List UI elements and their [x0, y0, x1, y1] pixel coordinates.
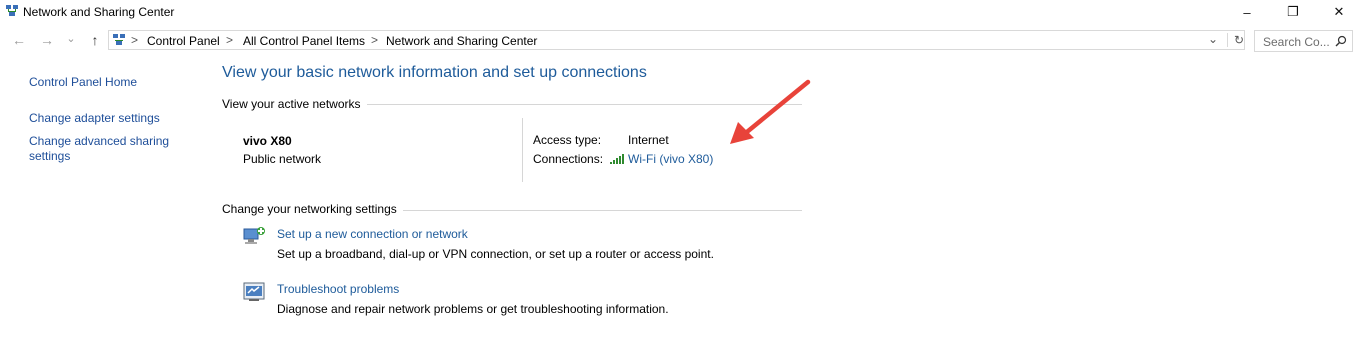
- refresh-button[interactable]: ↻: [1227, 33, 1244, 47]
- network-center-icon: [113, 34, 125, 45]
- breadcrumb-separator: >: [226, 33, 234, 47]
- active-networks-label: View your active networks: [222, 97, 367, 111]
- maximize-button[interactable]: ❐: [1270, 0, 1316, 24]
- connections-label: Connections:: [533, 152, 604, 166]
- troubleshoot-icon: [243, 282, 265, 301]
- search-icon[interactable]: [1335, 35, 1347, 47]
- title-bar: Network and Sharing Center – ❐ ✕: [0, 0, 1364, 24]
- breadcrumb-control-panel[interactable]: Control Panel: [147, 34, 220, 48]
- sidebar-item-control-panel-home[interactable]: Control Panel Home: [29, 75, 137, 90]
- settings-label: Change your networking settings: [222, 202, 403, 216]
- sidebar-item-advanced-sharing[interactable]: Change advanced sharing settings: [29, 134, 194, 164]
- task-new-connection-link[interactable]: Set up a new connection or network: [277, 227, 468, 241]
- minimize-button[interactable]: –: [1224, 0, 1270, 24]
- network-name: vivo X80: [243, 134, 292, 148]
- task-troubleshoot-link[interactable]: Troubleshoot problems: [277, 282, 399, 296]
- close-button[interactable]: ✕: [1316, 0, 1362, 24]
- access-type-label: Access type:: [533, 133, 602, 147]
- sidebar-item-adapter-settings[interactable]: Change adapter settings: [29, 111, 160, 126]
- address-bar[interactable]: > Control Panel > All Control Panel Item…: [108, 30, 1245, 50]
- recent-locations-button[interactable]: ⌄: [62, 32, 80, 45]
- back-button[interactable]: ←: [10, 32, 28, 48]
- red-arrow-icon: [730, 79, 811, 144]
- forward-button[interactable]: →: [38, 32, 56, 48]
- search-placeholder: Search Co...: [1263, 35, 1330, 49]
- new-connection-icon: [243, 227, 265, 244]
- access-type-value: Internet: [628, 133, 669, 147]
- network-type[interactable]: Public network: [243, 152, 321, 166]
- address-dropdown-button[interactable]: ⌄: [1208, 32, 1218, 46]
- window-title: Network and Sharing Center: [23, 5, 175, 19]
- network-center-icon: [6, 5, 18, 16]
- divider: [522, 118, 523, 182]
- wifi-signal-icon: [610, 154, 624, 164]
- task-new-connection-description: Set up a broadband, dial-up or VPN conne…: [277, 247, 714, 261]
- breadcrumb-separator: >: [371, 33, 379, 47]
- breadcrumb-network-center[interactable]: Network and Sharing Center: [386, 34, 537, 48]
- wifi-connection-link[interactable]: Wi-Fi (vivo X80): [628, 152, 713, 166]
- navigation-bar: ← → ⌄ ↑ > Control Panel > All Control Pa…: [0, 28, 1364, 54]
- task-troubleshoot-description: Diagnose and repair network problems or …: [277, 302, 669, 316]
- up-button[interactable]: ↑: [86, 32, 104, 48]
- breadcrumb-separator: >: [131, 33, 139, 47]
- page-title: View your basic network information and …: [222, 64, 647, 81]
- breadcrumb-all-items[interactable]: All Control Panel Items: [243, 34, 365, 48]
- search-box[interactable]: Search Co...: [1254, 30, 1353, 52]
